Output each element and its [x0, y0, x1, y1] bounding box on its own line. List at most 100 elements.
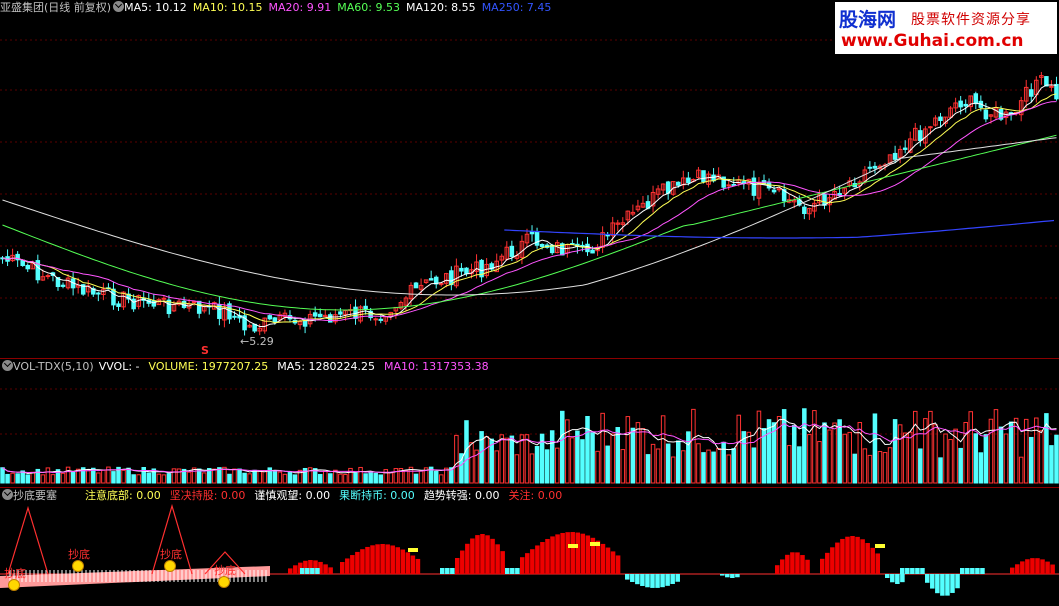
- indicator-bar: [540, 542, 545, 574]
- indicator-highlight: [408, 548, 418, 552]
- indicator-bar: [850, 536, 855, 574]
- indicator-bar: [485, 535, 490, 574]
- indicator-bar: [720, 574, 725, 576]
- indicator-bar: [950, 574, 955, 593]
- indicator-bar: [630, 574, 635, 582]
- indicator-chart[interactable]: [0, 488, 1059, 606]
- volume-bar: [978, 452, 984, 484]
- candle-body: [590, 249, 595, 254]
- indicator-bar: [400, 549, 406, 574]
- indicator-bar: [1035, 558, 1040, 574]
- indicator-bar: [730, 574, 735, 578]
- indicator-bar: [1050, 564, 1055, 574]
- volume-chart[interactable]: [0, 359, 1059, 487]
- header-field: MA120: 8.55: [405, 1, 476, 14]
- indicator-bar: [555, 534, 560, 574]
- candle-body: [872, 165, 878, 169]
- volume-bar: [499, 434, 505, 484]
- indicator-bar: [390, 545, 395, 574]
- volume-bar: [146, 472, 152, 484]
- volume-bar: [877, 451, 883, 484]
- price-chart-panel[interactable]: 亚盛集团(日线 前复权) MA5: 10.12 MA10: 10.15 MA20: 9…: [0, 0, 1059, 358]
- indicator-bar: [640, 574, 645, 586]
- volume-bar: [166, 473, 172, 484]
- volume-bar: [852, 453, 858, 484]
- coin-icon: [164, 560, 176, 572]
- volume-bar: [600, 412, 605, 484]
- candle-body: [686, 177, 691, 184]
- volume-bar: [640, 428, 646, 484]
- indicator-bar: [945, 574, 950, 596]
- header-field: VOLUME: 1977207.25: [148, 360, 269, 373]
- volume-bar: [252, 469, 257, 484]
- indicator-bar: [475, 535, 480, 574]
- volume-bar: [484, 436, 489, 484]
- volume-bar: [101, 469, 106, 484]
- volume-field-list: VVOL: - VOLUME: 1977207.25 MA5: 1280224.25…: [99, 360, 498, 373]
- indicator-bar: [445, 568, 450, 574]
- volume-panel[interactable]: VOL-TDX(5,10) VVOL: - VOLUME: 1977207.25 MA…: [0, 359, 1059, 487]
- volume-bar: [665, 443, 671, 484]
- indicator-bar: [345, 558, 350, 574]
- chevron-down-icon[interactable]: [2, 360, 13, 371]
- indicator-bar: [565, 532, 570, 574]
- candle-body: [312, 312, 318, 317]
- volume-bar: [797, 446, 802, 484]
- ma-indicator-list: MA5: 10.12 MA10: 10.15 MA20: 9.91 MA60: 9.5…: [124, 1, 557, 14]
- volume-bar: [287, 471, 293, 484]
- chevron-down-icon[interactable]: [2, 489, 13, 500]
- candle-body: [338, 311, 343, 315]
- volume-bar: [731, 448, 737, 484]
- volume-bar: [993, 409, 999, 484]
- candle-body: [252, 323, 257, 332]
- indicator-panel[interactable]: 抄底要塞 注意底部: 0.00 坚决持股: 0.00 谨慎观望: 0.00 果断持币: …: [0, 488, 1059, 606]
- indicator-bar: [415, 558, 421, 574]
- volume-bar: [454, 434, 459, 484]
- indicator-bar: [615, 555, 621, 574]
- indicator-bar: [510, 568, 515, 574]
- header-field: MA10: 1317353.38: [383, 360, 489, 373]
- candle-body: [958, 100, 963, 108]
- chevron-down-icon[interactable]: [113, 1, 125, 12]
- indicator-bar: [1015, 564, 1020, 574]
- volume-bar: [534, 445, 540, 484]
- candle-body: [1028, 89, 1034, 97]
- indicator-bar: [375, 544, 380, 574]
- indicator-bar: [405, 552, 411, 574]
- candle-body: [428, 278, 434, 281]
- volume-bar: [5, 473, 10, 484]
- watermark-brand: 股海网: [839, 9, 897, 31]
- coin-icon: [72, 560, 84, 572]
- indicator-bar: [790, 552, 795, 574]
- volume-bar: [519, 434, 525, 484]
- volume-bar: [111, 471, 116, 484]
- indicator-bar: [605, 547, 611, 574]
- indicator-bar: [900, 568, 905, 574]
- volume-bar: [161, 474, 167, 484]
- header-field: MA20: 9.91: [268, 1, 332, 14]
- volume-bar: [938, 457, 943, 484]
- indicator-bar: [545, 538, 550, 574]
- indicator-bar: [655, 574, 660, 588]
- indicator-bar: [870, 547, 875, 574]
- volume-bar: [25, 474, 31, 484]
- volume-bar: [817, 441, 822, 484]
- indicator-highlight: [568, 544, 578, 548]
- candle-body: [45, 275, 51, 278]
- indicator-bar: [670, 574, 675, 584]
- indicator-bar: [350, 555, 355, 574]
- indicator-bar: [965, 568, 970, 574]
- indicator-bar: [860, 539, 865, 574]
- volume-bar: [675, 440, 681, 484]
- volume-bar: [0, 467, 5, 484]
- indicator-bar: [365, 546, 370, 574]
- price-header: 亚盛集团(日线 前复权) MA5: 10.12 MA10: 10.15 MA20: 9…: [0, 0, 557, 16]
- volume-header: VOL-TDX(5,10) VVOL: - VOLUME: 1977207.25 MA…: [0, 359, 498, 375]
- indicator-bar: [905, 568, 910, 574]
- volume-bar: [277, 471, 283, 484]
- volume-bar: [711, 451, 716, 484]
- candle-body: [771, 189, 777, 193]
- indicator-bar: [395, 547, 401, 574]
- volume-bar: [943, 433, 948, 484]
- indicator-bar: [855, 536, 860, 574]
